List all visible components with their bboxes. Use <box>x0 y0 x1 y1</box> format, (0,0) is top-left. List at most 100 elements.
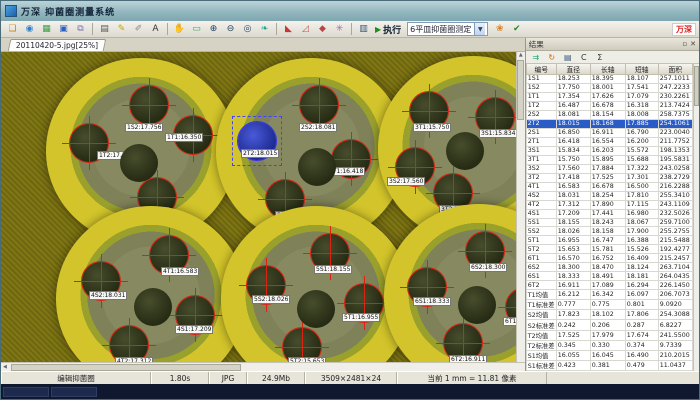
table-cell: 17.810 <box>625 191 658 200</box>
table-cell: 16.790 <box>625 128 658 137</box>
table-row[interactable]: 3S217.56017.88417.322243.0258 <box>526 164 692 173</box>
table-row[interactable]: S2均值17.82318.10217.806254.3088 <box>526 310 692 320</box>
table-cell: 15.526 <box>625 245 658 254</box>
scroll-thumb[interactable] <box>517 60 524 120</box>
pin-icon[interactable]: ▫ <box>682 40 687 48</box>
scroll-up-icon[interactable]: ▲ <box>517 52 525 58</box>
table-row[interactable]: 2T116.41816.55416.200211.7752 <box>526 137 692 146</box>
table-row[interactable]: 6T216.91117.08916.294226.1450 <box>526 281 692 290</box>
table-row[interactable]: 6S118.33318.49118.181264.0435 <box>526 272 692 281</box>
canvas-horizontal-scrollbar[interactable]: ◀ <box>1 362 525 371</box>
table-row[interactable]: 3T217.41817.52517.301238.2729 <box>526 173 692 182</box>
table-row[interactable]: 3T115.75015.89515.688195.5831 <box>526 155 692 164</box>
flower-icon[interactable]: ❀ <box>492 22 507 36</box>
table-row[interactable]: 4S218.03118.25417.810255.3410 <box>526 191 692 200</box>
inhibition-zone[interactable] <box>130 86 168 124</box>
table-row[interactable]: 3S115.83416.20315.572198.1353 <box>526 146 692 155</box>
table-row[interactable]: 5T116.95516.74716.388215.5488 <box>526 236 692 245</box>
image-column: 20110420-5.jpg[25%] 1S2:17.7561T1:16.350… <box>1 38 526 371</box>
taskbar-item[interactable] <box>3 387 49 397</box>
table-row[interactable]: T1标准差0.7770.7750.8019.0920 <box>526 300 692 310</box>
table-row[interactable]: 5S218.02618.15817.900255.2755 <box>526 227 692 236</box>
table-row[interactable]: T2标准差0.3450.3300.3749.7339 <box>526 340 692 350</box>
zoom-out-icon[interactable]: ⊖ <box>223 22 238 36</box>
table-row[interactable]: T2均值17.52517.97917.674241.5500 <box>526 330 692 340</box>
crosshair-line <box>89 116 90 170</box>
table-row[interactable]: 4S117.20917.44116.980232.5026 <box>526 209 692 218</box>
table-row[interactable]: S2标准差0.2420.2060.2876.8227 <box>526 320 692 330</box>
table-cell: 0.423 <box>556 360 590 370</box>
sum-icon[interactable]: Σ <box>594 53 606 62</box>
column-header[interactable]: 编号 <box>526 64 556 75</box>
table-row[interactable]: 2S218.08118.15418.008258.7375 <box>526 110 692 119</box>
sample-hole <box>458 286 496 324</box>
table-row[interactable]: 4T116.58316.67816.500216.2288 <box>526 182 692 191</box>
table-row[interactable]: 1T216.48716.67816.318213.7424 <box>526 101 692 110</box>
table-row[interactable]: 1T117.35417.62617.079230.2261 <box>526 92 692 101</box>
table-row[interactable]: 6T116.57016.75216.409215.2457 <box>526 254 692 263</box>
pencil-icon[interactable]: ✎ <box>114 22 129 36</box>
zoom-in-icon[interactable]: ⊕ <box>206 22 221 36</box>
text-icon[interactable]: A <box>148 22 163 36</box>
table-scrollbar[interactable] <box>693 64 699 371</box>
canvas-vertical-scrollbar[interactable]: ▲ <box>516 52 525 362</box>
print-result-icon[interactable]: ▤ <box>562 53 574 62</box>
edit-note-icon[interactable]: ✐ <box>131 22 146 36</box>
inhibition-zone[interactable] <box>300 86 338 124</box>
table-row[interactable]: T1均值16.21216.34216.097206.7073 <box>526 290 692 300</box>
hand-icon[interactable]: ✋ <box>172 22 187 36</box>
table-row[interactable]: S1均值16.05516.04516.490210.2015 <box>526 350 692 360</box>
column-header[interactable]: 直径 <box>556 64 590 75</box>
table-row[interactable]: 2T218.01518.16817.885254.1061 <box>526 119 692 128</box>
export-icon[interactable]: ⧉ <box>73 22 88 36</box>
table-row[interactable]: 5T215.65315.78115.526192.4277 <box>526 245 692 254</box>
table-row[interactable]: S1标准差0.4230.3810.47911.0437 <box>526 360 692 370</box>
taskbar-item[interactable] <box>51 387 97 397</box>
table-cell: T2标准差 <box>526 340 556 350</box>
clear-icon[interactable]: C <box>578 53 590 62</box>
check-icon[interactable]: ✔ <box>509 22 524 36</box>
scroll-thumb[interactable] <box>11 364 241 371</box>
bottom-strip <box>1 384 699 399</box>
table-row[interactable]: 5S118.15518.24318.067259.7100 <box>526 218 692 227</box>
image-icon[interactable]: ▦ <box>39 22 54 36</box>
save-icon[interactable]: ▣ <box>56 22 71 36</box>
measure-angle-icon[interactable]: ◣ <box>281 22 296 36</box>
print-icon[interactable]: ▤ <box>97 22 112 36</box>
column-header[interactable]: 长轴 <box>590 64 625 75</box>
table-row[interactable]: 2S116.85016.91116.790223.0040 <box>526 128 692 137</box>
table-cell: 17.806 <box>625 310 658 320</box>
table-cell: 5T2 <box>526 245 556 254</box>
monitor-icon[interactable]: ▥ <box>356 22 371 36</box>
column-header[interactable]: 面积 <box>658 64 692 75</box>
column-header[interactable]: 短轴 <box>625 64 658 75</box>
measure-area-icon[interactable]: ◆ <box>315 22 330 36</box>
method-dropdown[interactable]: 6平皿抑菌圈测定 ▼ <box>407 22 488 36</box>
frame-icon[interactable]: ▭ <box>189 22 204 36</box>
zoom-fit-icon[interactable]: ◎ <box>240 22 255 36</box>
scroll-thumb[interactable] <box>694 66 699 106</box>
table-cell: 18.470 <box>590 263 625 272</box>
close-icon[interactable]: ✕ <box>690 40 696 48</box>
table-row[interactable]: 6S218.30018.47018.124263.7104 <box>526 263 692 272</box>
table-row[interactable]: 1S118.25318.39518.107257.1011 <box>526 75 692 84</box>
petri-dish: 4T1:16.5834S1:17.2094S2:18.0314T2:17.312 <box>56 206 246 362</box>
hole <box>298 148 336 186</box>
image-canvas[interactable]: 1S2:17.7561T1:16.3501T2:17.3541S1:16.487… <box>1 52 516 362</box>
scroll-left-icon[interactable]: ◀ <box>1 364 9 370</box>
export-result-icon[interactable]: ⇉ <box>530 53 542 62</box>
tab-image[interactable]: 20110420-5.jpg[25%] <box>8 39 107 51</box>
hole <box>458 286 496 324</box>
settings-icon[interactable]: ✳ <box>332 22 347 36</box>
table-row[interactable]: 1S217.75018.00117.541247.2233 <box>526 83 692 92</box>
camera-icon[interactable]: ◉ <box>22 22 37 36</box>
leaf-icon[interactable]: ❧ <box>257 22 272 36</box>
table-cell: 16.500 <box>625 182 658 191</box>
measure-line-icon[interactable]: ◿ <box>298 22 313 36</box>
run-button[interactable]: ▶ 执行 <box>372 23 404 36</box>
redo-icon[interactable]: ↻ <box>546 53 558 62</box>
table-row[interactable]: 4T217.31217.89017.115243.1109 <box>526 200 692 209</box>
open-icon[interactable]: ❏ <box>5 22 20 36</box>
zone-label: 5T1:16.955 <box>342 313 380 322</box>
table-cell: 210.2015 <box>658 350 692 360</box>
